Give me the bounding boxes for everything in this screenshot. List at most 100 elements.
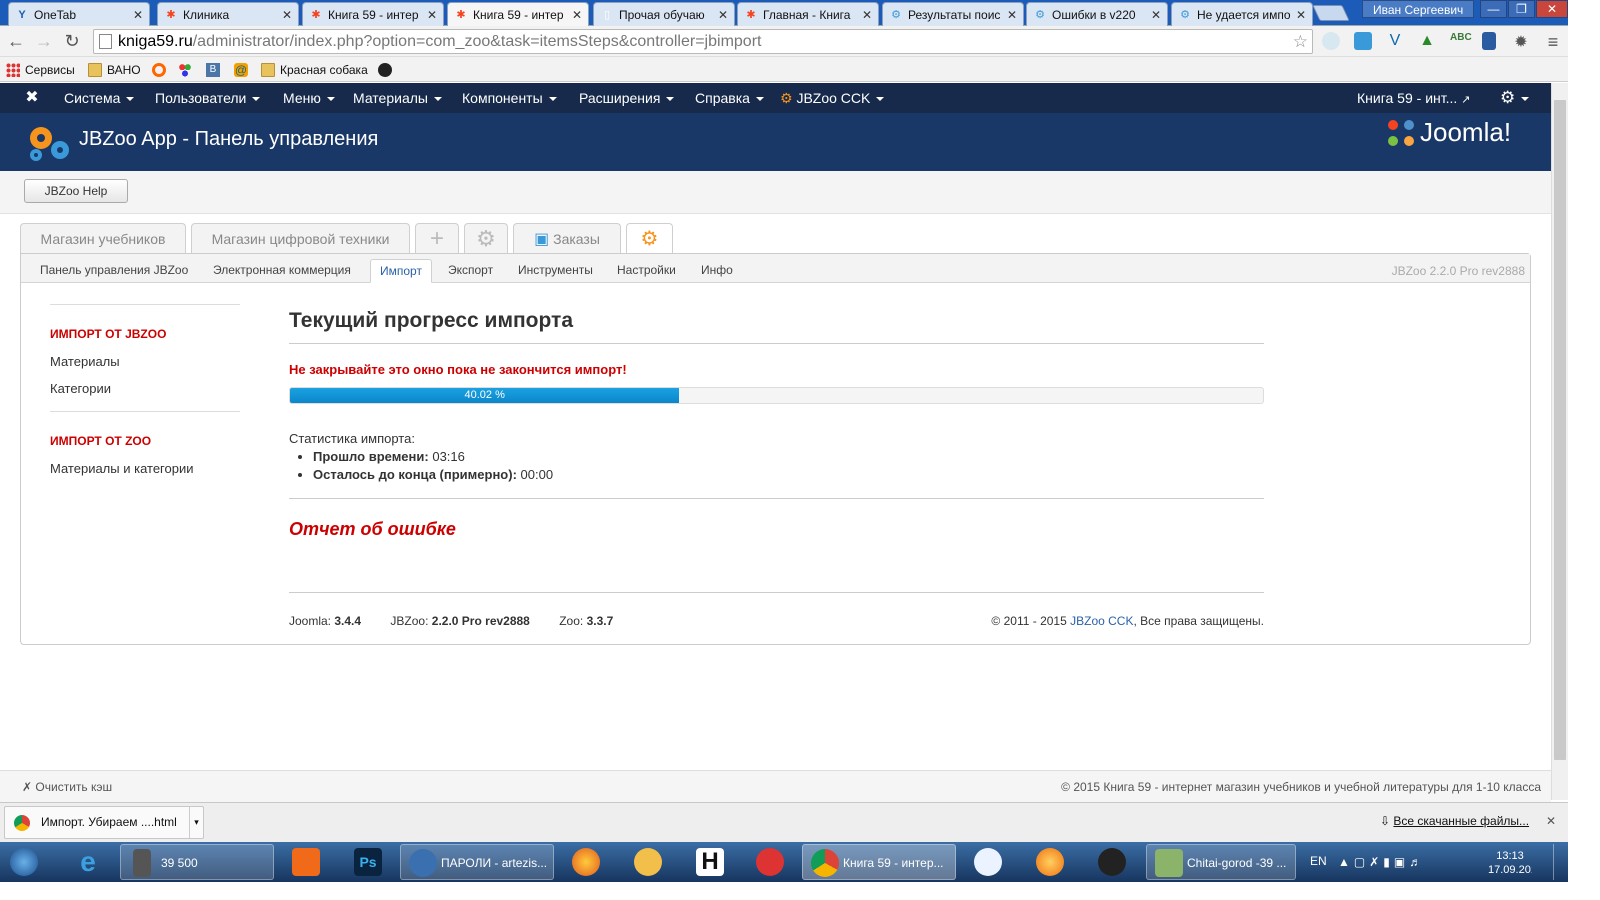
bookmark-q[interactable] (152, 61, 171, 78)
bug-extension-icon[interactable]: ✹ (1512, 32, 1530, 51)
close-icon[interactable]: ✕ (131, 8, 143, 22)
dropper-extension-icon[interactable] (1482, 32, 1496, 50)
browser-tab[interactable]: ▯ Прочая обучаю ✕ (593, 2, 735, 26)
taskbar-cloud[interactable] (966, 844, 1010, 880)
close-icon[interactable]: ✕ (280, 8, 292, 22)
menu-icon[interactable]: ≡ (1544, 32, 1562, 52)
bookmark-vano[interactable]: ВАНО (88, 61, 141, 78)
close-window-button[interactable]: ✕ (1536, 0, 1568, 18)
tab-dashboard[interactable]: Панель управления JBZoo (31, 259, 197, 283)
chevron-down-icon[interactable]: ▾ (189, 807, 203, 838)
clock[interactable]: 13:1317.09.2015 (1488, 844, 1532, 880)
taskbar-orange[interactable] (1028, 844, 1072, 880)
app-tab-orders[interactable]: ▣ Заказы (513, 223, 621, 253)
add-app-button[interactable]: + (415, 223, 459, 253)
taskbar-media[interactable] (284, 844, 328, 880)
bookmark-dots[interactable] (178, 61, 197, 78)
browser-tab[interactable]: ✱ Клиника ✕ (157, 2, 299, 26)
new-tab-button[interactable] (1312, 5, 1350, 21)
menu-components[interactable]: Компоненты (462, 83, 557, 113)
taskbar-ccleaner[interactable] (748, 844, 792, 880)
back-button[interactable]: ← (6, 31, 26, 51)
start-button[interactable] (4, 844, 48, 880)
menu-users[interactable]: Пользователи (155, 83, 261, 113)
browser-tab[interactable]: ✱ Книга 59 - интер ✕ (302, 2, 444, 26)
spellcheck-extension-icon[interactable]: ABC (1450, 32, 1472, 50)
close-icon[interactable]: ✕ (1005, 8, 1017, 22)
bookmark-vk[interactable]: B (206, 61, 225, 78)
clear-cache-link[interactable]: ✗ Очистить кэш (22, 780, 112, 794)
close-icon[interactable]: ✕ (1149, 8, 1161, 22)
taskbar-firefox[interactable] (564, 844, 608, 880)
bookmark-star-icon[interactable]: ☆ (1293, 30, 1308, 53)
menu-extensions[interactable]: Расширения (579, 83, 675, 113)
taskbar-h-app[interactable]: H (688, 844, 732, 880)
sidebar-item-materials[interactable]: Материалы (50, 354, 120, 369)
address-bar[interactable]: kniga59.ru/administrator/index.php?optio… (93, 29, 1313, 54)
close-icon[interactable]: ✕ (860, 8, 872, 22)
tree-extension-icon[interactable]: ▲ (1418, 32, 1436, 50)
tab-ecommerce[interactable]: Электронная коммерция (204, 259, 360, 283)
browser-tab[interactable]: ⚙ Ошибки в v220 ✕ (1026, 2, 1168, 26)
tray-icons[interactable]: ▲▢✗▮▣♬ (1338, 851, 1448, 873)
taskbar-window-2[interactable]: ПАРОЛИ - artezis... (400, 844, 554, 880)
bookmark-apps[interactable]: Сервисы (6, 61, 75, 78)
forward-button[interactable]: → (34, 31, 54, 51)
taskbar-paint[interactable] (626, 844, 670, 880)
close-icon[interactable]: ✕ (425, 8, 437, 22)
jbzoo-link[interactable]: JBZoo CCK (1070, 614, 1133, 628)
menu-menus[interactable]: Меню (283, 83, 335, 113)
menu-jbzoo[interactable]: ⚙ JBZoo CCK (780, 83, 885, 113)
caret-down-icon (755, 97, 764, 102)
v-extension-icon[interactable]: V (1386, 32, 1404, 50)
taskbar-window-1[interactable]: 39 500 (120, 844, 274, 880)
language-indicator[interactable]: EN (1310, 851, 1332, 871)
bookmark-at[interactable]: @ (234, 61, 253, 78)
browser-tab[interactable]: ✱ Главная - Книга ✕ (737, 2, 879, 26)
menu-content[interactable]: Материалы (353, 83, 442, 113)
show-desktop-button[interactable] (1553, 844, 1568, 880)
close-downloads-button[interactable]: ✕ (1546, 814, 1556, 828)
close-icon[interactable]: ✕ (716, 8, 728, 22)
all-downloads-link[interactable]: ⇩ Все скачанные файлы... (1380, 814, 1529, 828)
app-tab-textbooks[interactable]: Магазин учебников (20, 223, 186, 253)
reload-button[interactable]: ↻ (62, 31, 82, 51)
bookmark-red-dog[interactable]: Красная собака (261, 61, 368, 78)
menu-system[interactable]: Система (64, 83, 135, 113)
jbzoo-help-button[interactable]: JBZoo Help (24, 179, 128, 203)
browser-tab[interactable]: ⚙ Не удается импо ✕ (1171, 2, 1313, 26)
close-icon[interactable]: ✕ (570, 8, 582, 22)
maximize-button[interactable]: ❐ (1508, 0, 1535, 18)
close-icon[interactable]: ✕ (1294, 8, 1306, 22)
settings-menu[interactable]: ⚙ (1500, 83, 1530, 113)
browser-tab[interactable]: Y OneTab ✕ (8, 2, 150, 26)
taskbar-window-4[interactable]: Chitai-gorod -39 ... (1146, 844, 1296, 880)
browser-tab[interactable]: ⚙ Результаты поис ✕ (882, 2, 1024, 26)
taskbar-photoshop[interactable]: Ps (346, 844, 390, 880)
minimize-button[interactable]: — (1480, 0, 1507, 18)
eye-extension-icon[interactable] (1322, 32, 1340, 50)
sidebar-item-categories[interactable]: Категории (50, 381, 111, 396)
taskbar-ie[interactable]: e (66, 844, 110, 880)
app-settings-button[interactable]: ⚙ (464, 223, 508, 253)
vertical-scrollbar[interactable] (1551, 83, 1568, 800)
app-tab-digital[interactable]: Магазин цифровой техники (191, 223, 410, 253)
scroll-thumb[interactable] (1554, 100, 1566, 760)
browser-tab[interactable]: ✱ Книга 59 - интер ✕ (447, 2, 589, 26)
tab-settings[interactable]: Настройки (608, 259, 685, 283)
joomla-icon[interactable]: ✖ (22, 83, 42, 113)
taskbar-window-3[interactable]: Книга 59 - интер... (802, 844, 956, 880)
bookmark-avatar[interactable] (378, 61, 397, 78)
app-tab-jbzoo[interactable]: ⚙ (626, 223, 673, 253)
site-link[interactable]: Книга 59 - инт... ↗ (1357, 83, 1470, 113)
tab-export[interactable]: Экспорт (439, 259, 502, 283)
taskbar-gear[interactable] (1090, 844, 1134, 880)
profile-button[interactable]: Иван Сергеевич (1362, 0, 1475, 18)
sidebar-item-materials-categories[interactable]: Материалы и категории (50, 461, 194, 476)
tab-import[interactable]: Импорт (370, 259, 432, 283)
download-item[interactable]: Импорт. Убираем ....html ▾ (4, 806, 204, 839)
tab-info[interactable]: Инфо (692, 259, 742, 283)
tab-tools[interactable]: Инструменты (509, 259, 602, 283)
paint-extension-icon[interactable] (1354, 32, 1372, 50)
menu-help[interactable]: Справка (695, 83, 764, 113)
